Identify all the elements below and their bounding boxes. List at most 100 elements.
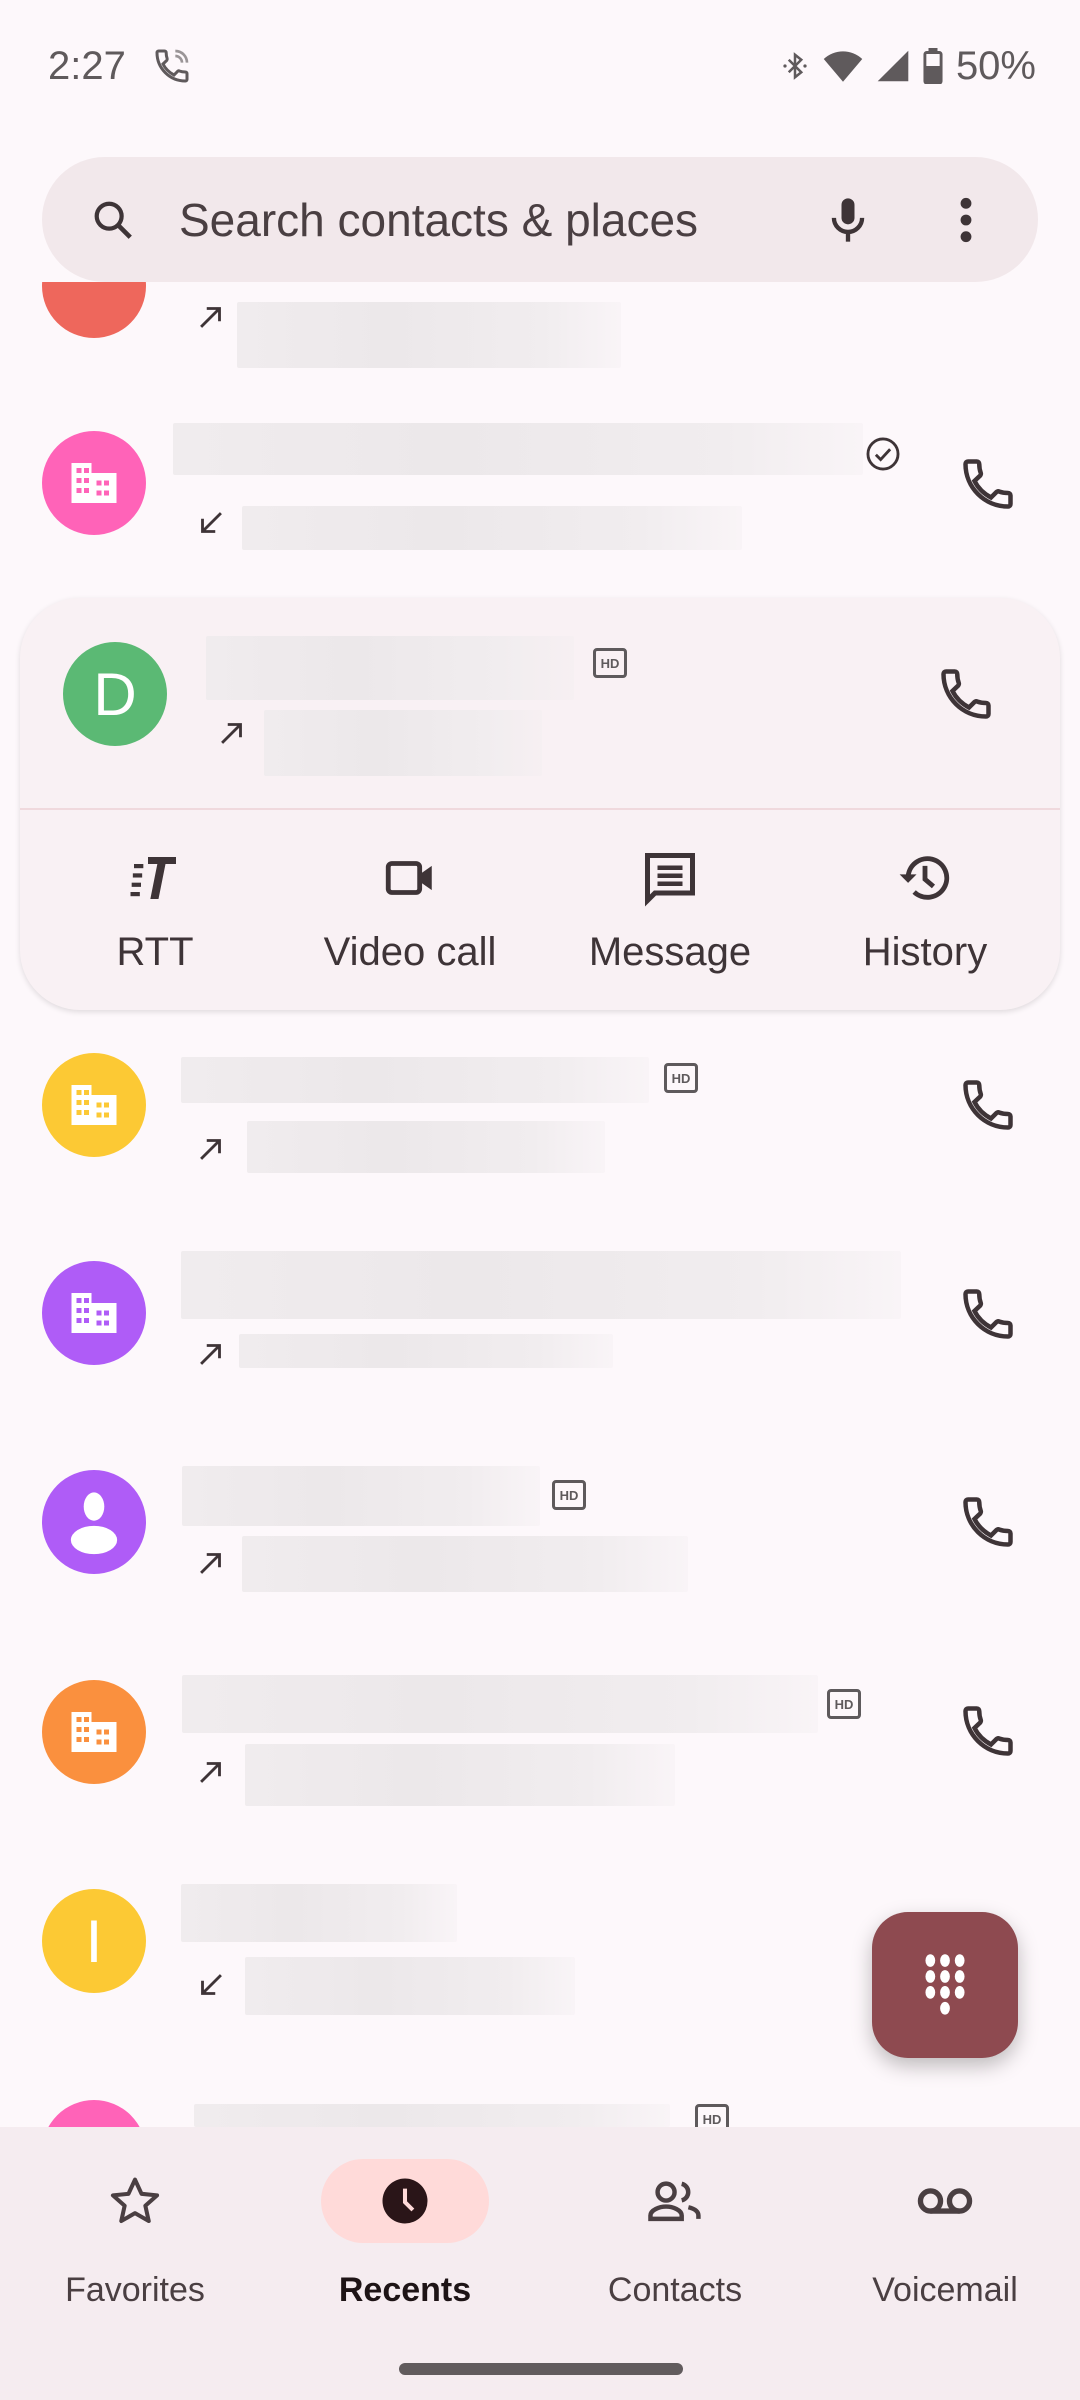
- verified-icon: [866, 437, 900, 471]
- dialpad-icon: [925, 1954, 965, 2015]
- contact-avatar: [42, 431, 146, 535]
- outgoing-call-icon: [200, 1762, 221, 1783]
- call-details-redacted: [247, 1121, 605, 1173]
- voicemail-icon: [917, 2188, 973, 2214]
- outgoing-call-icon: [200, 1553, 221, 1574]
- card-divider: [20, 808, 1060, 810]
- outgoing-call-icon: [200, 1139, 221, 1160]
- call-row[interactable]: HD: [0, 1020, 1080, 1190]
- phone-icon[interactable]: [958, 1701, 1018, 1761]
- nav-active-indicator: [321, 2159, 489, 2243]
- contact-name-redacted: [182, 1466, 540, 1526]
- business-icon: [71, 463, 117, 503]
- incoming-call-icon: [201, 512, 222, 533]
- call-details-redacted: [237, 302, 621, 368]
- contact-avatar: D: [63, 642, 167, 746]
- outgoing-call-icon: [221, 723, 242, 744]
- contact-avatar: [42, 1053, 146, 1157]
- rtt-button[interactable]: RTT: [45, 848, 265, 975]
- phone-icon[interactable]: [958, 1284, 1018, 1344]
- hd-icon: HD: [664, 1063, 698, 1093]
- call-details-redacted: [245, 1744, 675, 1806]
- business-icon: [71, 1712, 117, 1752]
- phone-icon[interactable]: [958, 454, 1018, 514]
- nav-contacts-label: Contacts: [607, 2271, 743, 2309]
- phone-icon[interactable]: [958, 1492, 1018, 1552]
- call-details-redacted: [239, 1334, 613, 1368]
- nav-recents[interactable]: Recents: [285, 2159, 525, 2310]
- call-details-redacted: [242, 506, 742, 550]
- status-time: 2:27: [48, 44, 126, 88]
- call-details-redacted: [245, 1957, 575, 2015]
- contact-avatar: I: [42, 1889, 146, 1993]
- business-icon: [71, 1293, 117, 1333]
- hd-icon: HD: [552, 1480, 586, 1510]
- star-icon: [110, 2177, 160, 2224]
- history-label: History: [862, 930, 988, 974]
- status-icons: 50%: [780, 40, 1036, 92]
- message-label: Message: [588, 930, 752, 974]
- call-row[interactable]: HD: [0, 2094, 1080, 2127]
- search-input[interactable]: Search contacts & places: [179, 193, 698, 247]
- contact-name-redacted: [206, 636, 574, 700]
- clock-icon: [382, 2178, 428, 2224]
- history-button[interactable]: History: [815, 848, 1035, 975]
- avatar-initial: I: [85, 1907, 103, 1975]
- cell-signal-icon: [877, 50, 909, 82]
- contact-name-redacted: [182, 1675, 818, 1733]
- search-icon: [94, 201, 132, 239]
- nav-favorites[interactable]: Favorites: [15, 2159, 255, 2310]
- outgoing-call-icon: [200, 307, 221, 328]
- message-icon: [645, 853, 695, 907]
- hd-icon: HD: [593, 648, 627, 678]
- people-icon: [648, 2181, 701, 2222]
- outgoing-call-icon: [200, 1344, 221, 1365]
- call-details-redacted: [242, 1536, 688, 1592]
- incoming-call-icon: [201, 1974, 222, 1995]
- call-details-redacted: [264, 710, 542, 776]
- hd-icon: HD: [827, 1689, 861, 1719]
- call-row[interactable]: [0, 398, 1080, 568]
- call-row[interactable]: [0, 282, 1080, 372]
- business-icon: [71, 1085, 117, 1125]
- nav-contacts[interactable]: Contacts: [555, 2159, 795, 2310]
- video-call-label: Video call: [323, 930, 497, 974]
- contact-name-redacted: [181, 1884, 457, 1942]
- call-row[interactable]: HD: [0, 1647, 1080, 1817]
- contact-name-redacted: [194, 2104, 670, 2127]
- phone-icon[interactable]: [958, 1075, 1018, 1135]
- dialpad-button[interactable]: [872, 1912, 1018, 2058]
- call-row[interactable]: [0, 1229, 1080, 1399]
- contact-avatar: [42, 2100, 146, 2127]
- contact-name-redacted: [173, 423, 863, 475]
- nav-voicemail[interactable]: Voicemail: [825, 2159, 1065, 2310]
- avatar-initial: D: [93, 660, 137, 728]
- search-bar[interactable]: Search contacts & places: [42, 157, 1038, 282]
- bottom-navigation: Favorites Recents Contacts Voicemail: [0, 2127, 1080, 2400]
- hd-icon: HD: [695, 2104, 729, 2127]
- more-vert-icon[interactable]: [954, 195, 978, 245]
- battery-percent: 50%: [955, 43, 1036, 88]
- rtt-label: RTT: [116, 930, 194, 974]
- call-row[interactable]: HD: [0, 1438, 1080, 1608]
- rtt-icon: [130, 857, 176, 899]
- contact-avatar: [42, 1261, 146, 1365]
- videocam-icon: [385, 861, 432, 895]
- expanded-call-card[interactable]: D HD RTT Video call Message History: [20, 598, 1060, 1010]
- contact-name-redacted: [181, 1057, 649, 1103]
- history-icon: [899, 856, 950, 900]
- mic-icon[interactable]: [822, 193, 874, 247]
- phone-icon[interactable]: [936, 664, 996, 724]
- gesture-handle[interactable]: [399, 2363, 683, 2375]
- contact-avatar: [42, 1470, 146, 1574]
- person-icon: [70, 1492, 118, 1555]
- contact-avatar: [42, 1680, 146, 1784]
- wifi-calling-icon: [155, 49, 189, 83]
- video-call-button[interactable]: Video call: [300, 848, 520, 975]
- nav-voicemail-label: Voicemail: [872, 2271, 1018, 2309]
- contact-avatar: [42, 282, 146, 338]
- message-button[interactable]: Message: [560, 848, 780, 975]
- contact-name-redacted: [181, 1251, 901, 1319]
- wifi-icon: [823, 51, 863, 82]
- battery-icon: [923, 48, 943, 84]
